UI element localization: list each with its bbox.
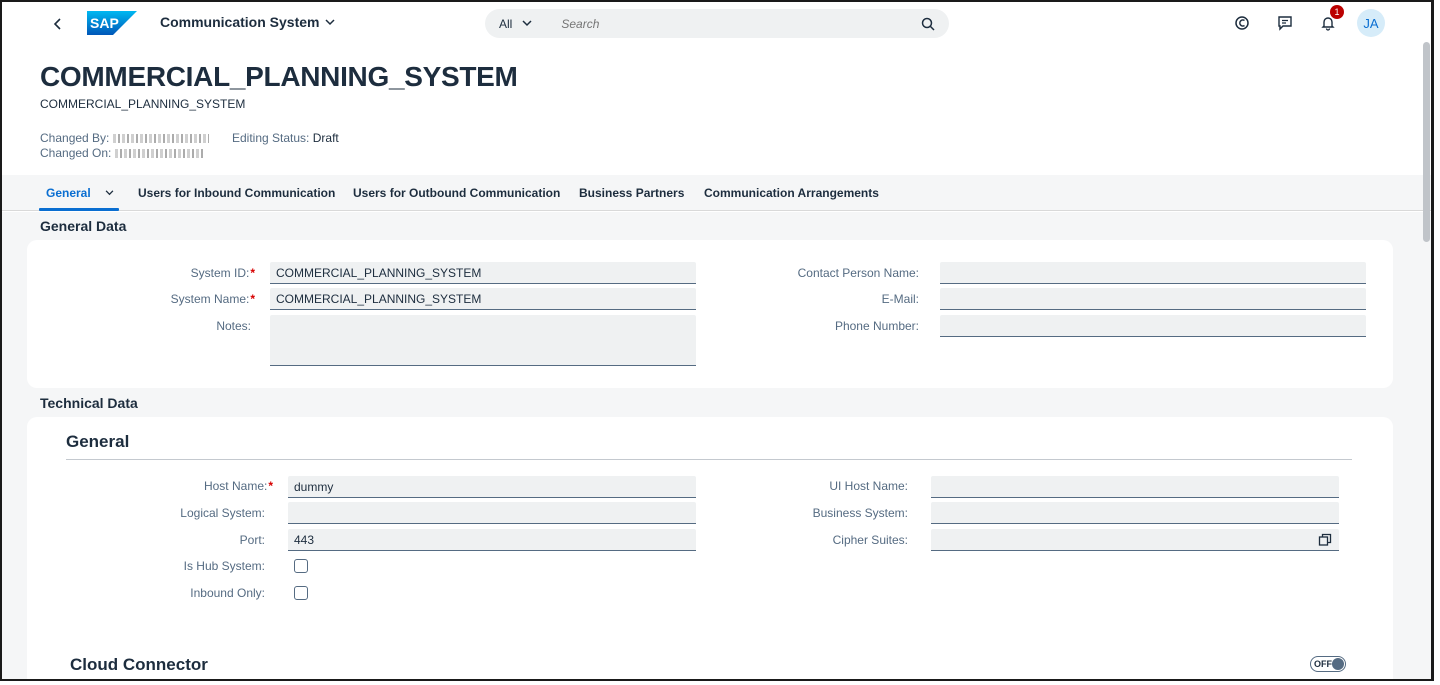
ui-host-label: UI Host Name:	[829, 479, 908, 493]
business-system-label: Business System:	[812, 506, 908, 520]
system-name-label: System Name:*	[170, 292, 255, 306]
notifications-button[interactable]: 1	[1314, 5, 1344, 37]
shell-bar: SAP Communication System All Search 1 JA	[2, 2, 1431, 46]
notes-textarea[interactable]	[270, 315, 696, 366]
chevron-down-icon	[105, 190, 114, 196]
tab-communication-arrangements[interactable]: Communication Arrangements	[704, 175, 879, 211]
value-help-button[interactable]	[1318, 533, 1332, 547]
host-name-label: Host Name:*	[203, 479, 273, 493]
search-button[interactable]	[913, 9, 943, 38]
is-hub-label: Is Hub System:	[183, 559, 265, 573]
editing-status: Editing Status: Draft	[232, 131, 339, 145]
value-help-icon	[1318, 533, 1332, 546]
inbound-only-label: Inbound Only:	[190, 586, 265, 600]
chevron-down-icon	[522, 20, 532, 27]
changed-by-value-redacted	[112, 134, 209, 144]
phone-label: Phone Number:	[834, 319, 919, 333]
technical-general-title: General	[66, 432, 130, 451]
cipher-suites-label: Cipher Suites:	[832, 533, 908, 547]
contact-person-label: Contact Person Name:	[797, 266, 919, 280]
email-label: E-Mail:	[881, 292, 919, 306]
ui-host-field[interactable]	[931, 476, 1339, 498]
tab-business-partners[interactable]: Business Partners	[579, 175, 684, 211]
sap-logo-icon: SAP	[87, 11, 137, 35]
is-hub-checkbox[interactable]	[294, 559, 308, 573]
page-title: COMMERCIAL_PLANNING_SYSTEM	[40, 61, 518, 92]
sap-logo[interactable]: SAP	[87, 11, 137, 35]
tab-users-outbound[interactable]: Users for Outbound Communication	[353, 175, 560, 211]
email-field[interactable]	[940, 288, 1366, 310]
technical-data-title: Technical Data	[40, 395, 138, 411]
switch-state-label: OFF	[1314, 659, 1332, 669]
search-scope-select[interactable]: All	[499, 17, 532, 31]
page-subtitle: COMMERCIAL_PLANNING_SYSTEM	[40, 97, 246, 111]
avatar[interactable]: JA	[1357, 9, 1385, 37]
inbound-only-checkbox[interactable]	[294, 586, 308, 600]
notes-label: Notes:	[216, 319, 251, 333]
contact-person-field[interactable]	[940, 262, 1366, 284]
system-id-label: System ID:*	[190, 266, 255, 280]
editing-status-value: Draft	[312, 131, 339, 145]
svg-text:SAP: SAP	[90, 15, 119, 31]
general-data-title: General Data	[40, 218, 127, 234]
business-system-field[interactable]	[931, 502, 1339, 524]
system-name-field[interactable]: COMMERCIAL_PLANNING_SYSTEM	[270, 288, 696, 310]
chevron-left-icon	[53, 18, 61, 30]
editing-status-label: Editing Status:	[232, 131, 310, 145]
shell-actions: 1 JA	[1228, 5, 1385, 37]
host-name-field[interactable]: dummy	[288, 476, 696, 498]
active-tab-indicator	[39, 208, 119, 211]
section-divider	[66, 459, 1352, 460]
system-id-field[interactable]: COMMERCIAL_PLANNING_SYSTEM	[270, 262, 696, 284]
chevron-down-icon	[325, 18, 336, 25]
joule-icon	[1235, 16, 1249, 30]
app-title: Communication System	[160, 14, 320, 30]
back-button[interactable]	[46, 12, 70, 36]
joule-button[interactable]	[1228, 9, 1256, 37]
tab-general-label: General	[46, 186, 91, 200]
search-input[interactable]	[561, 16, 913, 31]
page-scrollbar[interactable]	[1423, 42, 1430, 242]
app-window: SAP Communication System All Search 1 JA…	[0, 0, 1434, 681]
logical-system-field[interactable]	[288, 502, 696, 524]
logical-system-label: Logical System:	[180, 506, 265, 520]
changed-on-value-redacted	[114, 149, 203, 159]
change-info: Changed By: Changed On:	[40, 131, 209, 161]
chat-icon	[1278, 16, 1292, 31]
switch-knob	[1332, 658, 1344, 670]
phone-field[interactable]	[940, 315, 1366, 337]
tab-bar: General Users for Inbound Communication …	[2, 175, 1431, 211]
app-title-menu[interactable]: Communication System	[160, 14, 336, 30]
port-label: Port:	[239, 533, 265, 547]
tab-general[interactable]: General	[46, 175, 114, 211]
changed-on-label: Changed On:	[40, 146, 112, 160]
cloud-connector-title: Cloud Connector	[70, 655, 208, 674]
search-bar: All	[485, 9, 949, 38]
changed-by-label: Changed By:	[40, 131, 110, 145]
notification-badge: 1	[1330, 5, 1344, 19]
cipher-suites-field[interactable]	[931, 529, 1339, 551]
tab-users-inbound[interactable]: Users for Inbound Communication	[138, 175, 335, 211]
cloud-connector-switch[interactable]: OFF	[1310, 656, 1346, 672]
port-field[interactable]: 443	[288, 529, 696, 551]
search-scope-label: All	[499, 16, 513, 31]
search-icon	[921, 17, 935, 31]
feedback-button[interactable]	[1271, 9, 1299, 37]
